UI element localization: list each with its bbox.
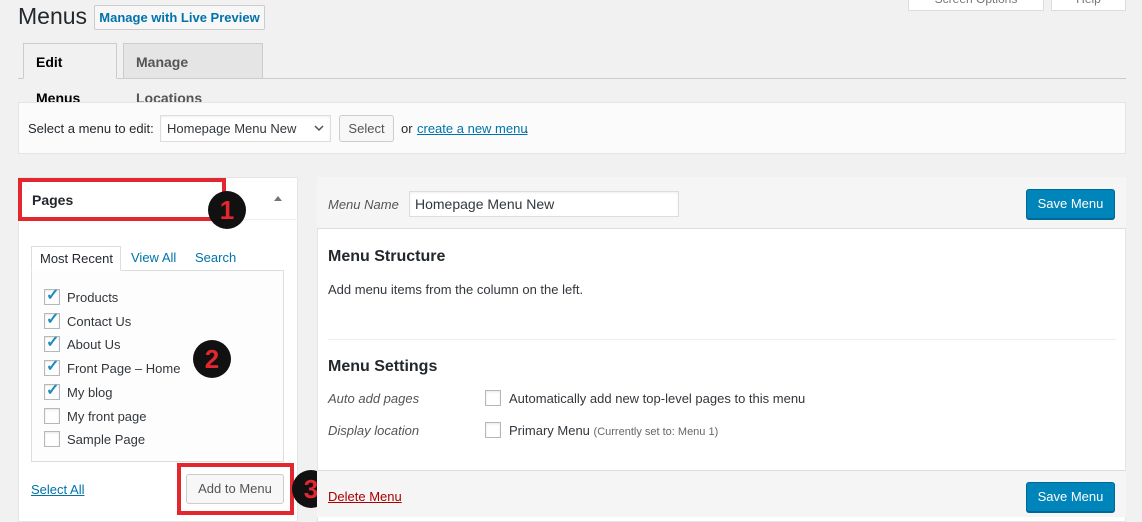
chevron-down-icon [314,116,324,151]
primary-menu-label: Primary Menu [509,423,590,438]
page-checkbox[interactable]: ✓ [44,334,60,352]
checkmark-icon: ✓ [46,358,60,375]
primary-menu-checkbox[interactable] [485,422,501,438]
create-new-menu-link[interactable]: create a new menu [417,121,528,136]
page-item-label: Contact Us [67,314,132,329]
page-checkbox[interactable] [44,431,60,447]
save-menu-button-bottom[interactable]: Save Menu [1026,482,1115,512]
page-item-label: My front page [67,409,147,424]
period-text: . [525,121,529,136]
checkmark-icon: ✓ [46,287,60,304]
save-menu-button-top[interactable]: Save Menu [1026,189,1115,219]
page-item-label: Sample Page [67,432,146,447]
page-item-label: About Us [67,337,121,352]
menu-select-dropdown[interactable]: Homepage Menu New [160,115,331,142]
tab-view-all[interactable]: View All [131,246,176,271]
menu-name-label: Menu Name [328,197,399,212]
menu-settings-heading: Menu Settings [328,358,438,375]
tab-most-recent[interactable]: Most Recent [31,246,121,271]
manage-live-preview-button[interactable]: Manage with Live Preview [94,5,265,30]
auto-add-text: Automatically add new top-level pages to… [509,391,806,406]
page-checkbox[interactable]: ✓ [44,382,60,400]
menu-editor-footer [317,470,1126,517]
checkmark-icon: ✓ [46,382,60,399]
page-checkbox[interactable]: ✓ [44,287,60,305]
checkmark-icon: ✓ [46,311,60,328]
page-item-label: Products [67,290,119,305]
page-title: Menus [18,3,88,29]
menu-structure-heading: Menu Structure [328,248,446,265]
section-divider [328,339,1116,340]
highlight-box-3 [177,463,294,515]
page-checkbox[interactable]: ✓ [44,311,60,329]
primary-menu-note: (Currently set to: Menu 1) [593,426,719,438]
page-checkbox[interactable] [44,408,60,424]
screen-options-button[interactable]: Screen Options [908,0,1044,11]
step-badge-2: 2 [193,340,231,378]
select-menu-label: Select a menu to edit: [28,121,154,136]
tab-search[interactable]: Search [195,246,236,271]
primary-menu-option: Primary Menu (Currently set to: Menu 1) [509,423,718,438]
help-button[interactable]: Help [1051,0,1126,11]
auto-add-pages-label: Auto add pages [328,391,420,406]
delete-menu-link[interactable]: Delete Menu [328,489,402,504]
menu-select-value: Homepage Menu New [167,121,297,136]
select-all-link[interactable]: Select All [31,482,84,497]
menu-structure-description: Add menu items from the column on the le… [328,282,584,297]
tab-edit-menus[interactable]: Edit Menus [23,43,117,106]
page-item-label: Front Page – Home [67,361,181,376]
or-text: or [401,121,413,136]
menu-name-input[interactable]: Homepage Menu New [409,191,679,217]
page-item-label: My blog [67,385,113,400]
step-badge-1: 1 [208,191,246,229]
select-button[interactable]: Select [339,115,394,142]
collapse-arrow-icon[interactable] [273,194,283,205]
tab-manage-locations[interactable]: Manage Locations [123,43,263,106]
highlight-box-1 [18,178,226,221]
checkmark-icon: ✓ [46,334,60,351]
auto-add-checkbox[interactable] [485,390,501,406]
display-location-label: Display location [328,423,420,438]
page-checkbox[interactable]: ✓ [44,358,60,376]
